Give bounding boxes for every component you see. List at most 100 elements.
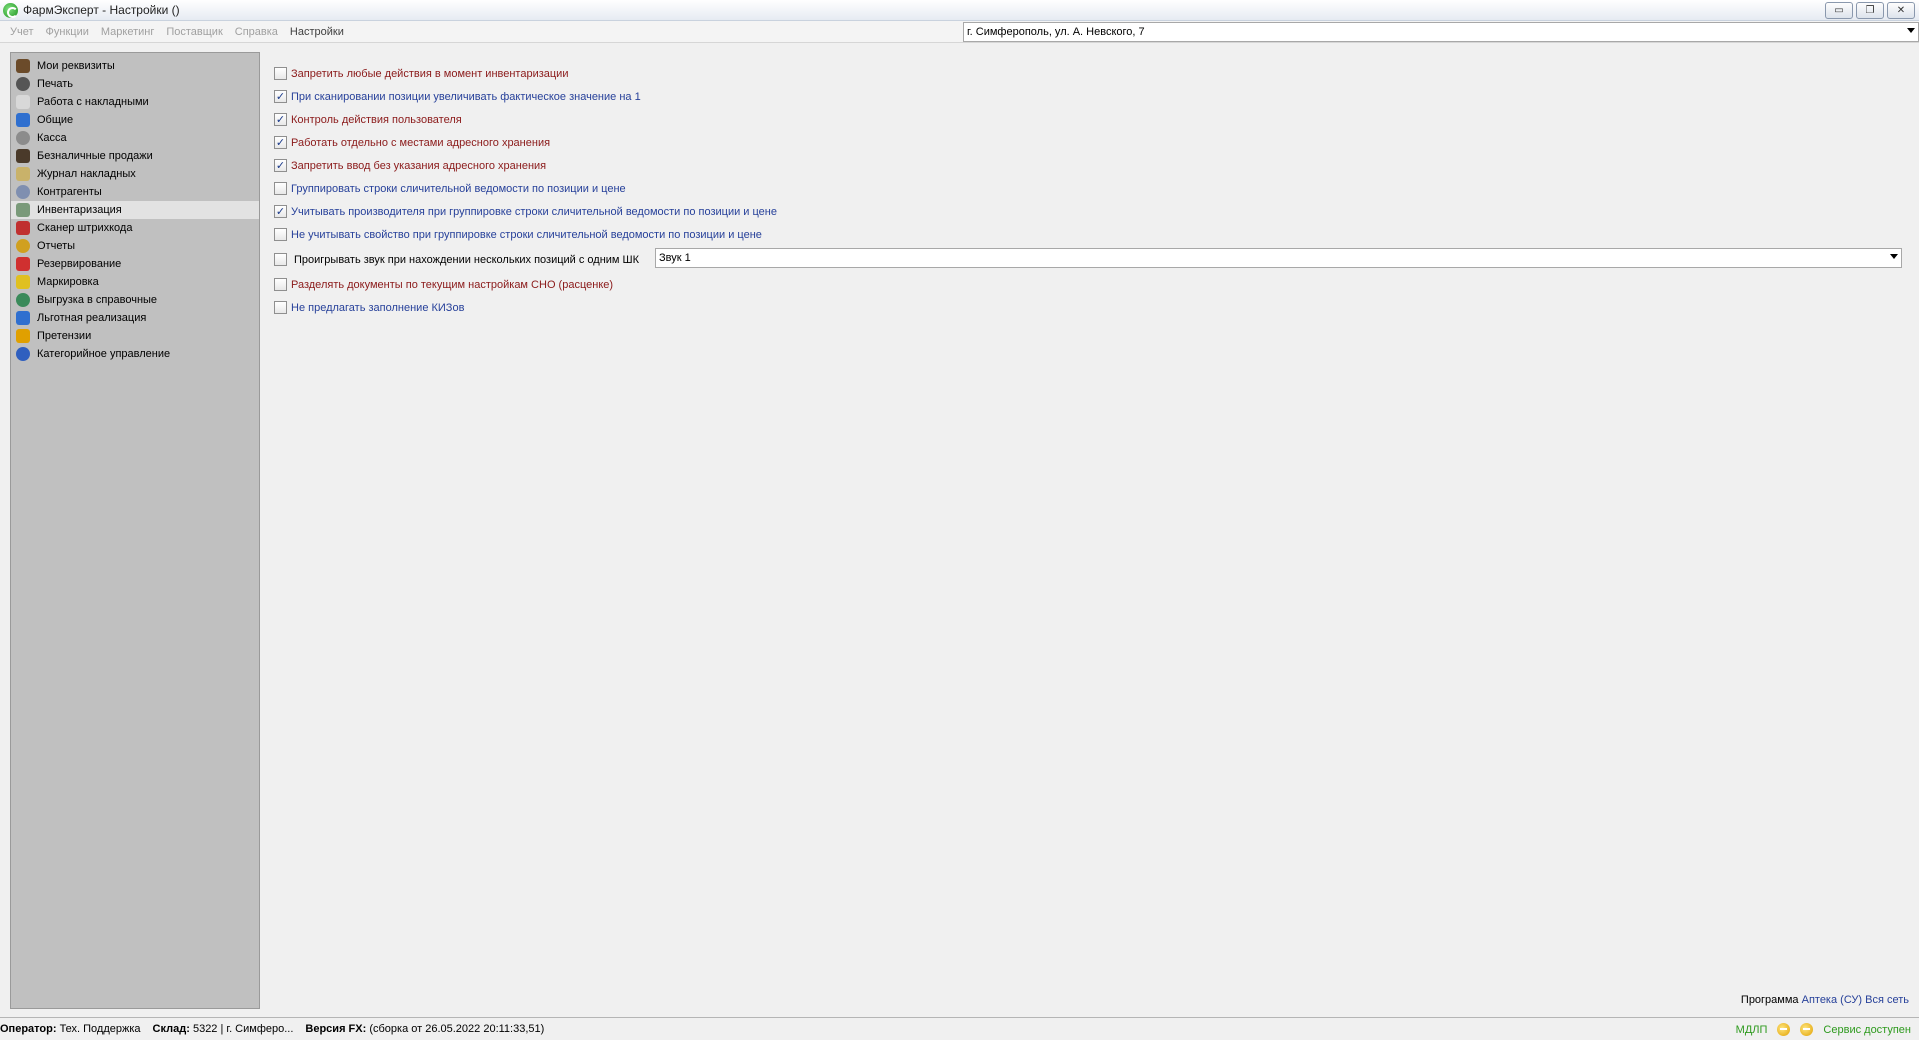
marking-icon	[16, 275, 30, 289]
menu-item-1[interactable]: Функции	[40, 21, 95, 43]
setting-checkbox[interactable]: ✓	[274, 136, 287, 149]
sound-select[interactable]: Звук 1	[655, 248, 1902, 268]
setting-row: ✓ Запретить ввод без указания адресного х…	[274, 154, 1904, 177]
sidebar-item-label: Претензии	[37, 330, 92, 342]
sidebar-item-label: Инвентаризация	[37, 204, 122, 216]
sidebar-item-label: Резервирование	[37, 258, 122, 270]
location-select[interactable]: г. Симферополь, ул. А. Невского, 7	[963, 22, 1919, 42]
journal-icon	[16, 167, 30, 181]
setting-label[interactable]: Контроль действия пользователя	[291, 114, 462, 126]
service-indicator-icon	[1800, 1023, 1814, 1036]
sidebar-item-label: Категорийное управление	[37, 348, 171, 360]
setting-checkbox[interactable]: ✓	[274, 113, 287, 126]
sidebar-item-label: Безналичные продажи	[37, 150, 153, 162]
menu-bar: Учет Функции Маркетинг Поставщик Справка Наст…	[0, 21, 1919, 43]
menu-item-0[interactable]: Учет	[4, 21, 40, 43]
setting-label[interactable]: Не предлагать заполнение КИЗов	[291, 302, 464, 314]
setting-checkbox[interactable]	[274, 228, 287, 241]
setting-row: ✓ Контроль действия пользователя	[274, 108, 1904, 131]
setting-label[interactable]: Группировать строки сличительной ведомос…	[291, 183, 626, 195]
setting-label[interactable]: Запретить любые действия в момент инвент…	[291, 68, 568, 80]
chevron-down-icon	[1907, 28, 1915, 33]
sidebar-item-label: Выгрузка в справочные	[37, 294, 158, 306]
mdlp-indicator-icon	[1777, 1023, 1791, 1036]
mdlp-status[interactable]: МДЛП	[1736, 1024, 1768, 1036]
setting-label[interactable]: При сканировании позиции увеличивать фак…	[291, 91, 641, 103]
printer-icon	[16, 77, 30, 91]
menu-item-2[interactable]: Маркетинг	[95, 21, 160, 43]
inventory-settings-panel: Запретить любые действия в момент инвент…	[274, 62, 1904, 319]
window-title: ФармЭксперт - Настройки ()	[23, 3, 180, 17]
sidebar-item-12[interactable]: Маркировка	[11, 273, 259, 291]
setting-label[interactable]: Запретить ввод без указания адресного хр…	[291, 160, 546, 172]
cash-register-icon	[16, 131, 30, 145]
setting-label[interactable]: Разделять документы по текущим настройка…	[291, 279, 613, 291]
sidebar-item-label: Мои реквизиты	[37, 60, 115, 72]
minimize-button[interactable]: ▭	[1825, 2, 1853, 19]
sidebar-item-0[interactable]: Мои реквизиты	[11, 57, 259, 75]
sidebar-item-label: Печать	[37, 78, 74, 90]
restore-button[interactable]: ❐	[1856, 2, 1884, 19]
setting-checkbox[interactable]: ✓	[274, 159, 287, 172]
sidebar-item-9[interactable]: Сканер штрихкода	[11, 219, 259, 237]
setting-checkbox[interactable]: ✓	[274, 90, 287, 103]
sidebar-item-15[interactable]: Претензии	[11, 327, 259, 345]
setting-checkbox[interactable]	[274, 278, 287, 291]
operator-status: Оператор: Тех. Поддержка	[0, 1023, 141, 1035]
sidebar-item-label: Маркировка	[37, 276, 99, 288]
setting-checkbox[interactable]	[274, 67, 287, 80]
service-status[interactable]: Сервис доступен	[1823, 1024, 1911, 1036]
main-menu: Учет Функции Маркетинг Поставщик Справка Наст…	[0, 21, 350, 43]
sound-checkbox[interactable]	[274, 253, 287, 266]
sidebar-item-16[interactable]: Категорийное управление	[11, 345, 259, 363]
reservation-icon	[16, 257, 30, 271]
version-status: Версия FX: (сборка от 26.05.2022 20:11:3…	[305, 1023, 545, 1035]
sidebar-item-label: Контрагенты	[37, 186, 102, 198]
sound-select-value: Звук 1	[659, 252, 691, 264]
sidebar-item-7[interactable]: Контрагенты	[11, 183, 259, 201]
setting-checkbox[interactable]	[274, 301, 287, 314]
sidebar-item-10[interactable]: Отчеты	[11, 237, 259, 255]
setting-row: Группировать строки сличительной ведомос…	[274, 177, 1904, 200]
card-payment-icon	[16, 149, 30, 163]
status-bar: Оператор: Тех. Поддержка Склад: 5322 | г…	[0, 1017, 1919, 1040]
sidebar-item-14[interactable]: Льготная реализация	[11, 309, 259, 327]
setting-label[interactable]: Учитывать производителя при группировке …	[291, 206, 777, 218]
document-icon	[16, 95, 30, 109]
user-icon	[16, 59, 30, 73]
app-logo-icon	[3, 2, 18, 18]
program-app-link[interactable]: Аптека (СУ)	[1802, 994, 1862, 1006]
sidebar-item-label: Работа с накладными	[37, 96, 149, 108]
status-info: Оператор: Тех. Поддержка Склад: 5322 | г…	[0, 1023, 544, 1035]
sidebar-item-4[interactable]: Касса	[11, 129, 259, 147]
program-scope-link[interactable]: Вся сеть	[1865, 994, 1909, 1006]
menu-item-4[interactable]: Справка	[229, 21, 284, 43]
sidebar-item-label: Отчеты	[37, 240, 76, 252]
sidebar-item-3[interactable]: Общие	[11, 111, 259, 129]
menu-item-3[interactable]: Поставщик	[160, 21, 228, 43]
sidebar-item-1[interactable]: Печать	[11, 75, 259, 93]
sidebar-item-2[interactable]: Работа с накладными	[11, 93, 259, 111]
sidebar-item-11[interactable]: Резервирование	[11, 255, 259, 273]
sidebar-item-label: Общие	[37, 114, 74, 126]
setting-label[interactable]: Работать отдельно с местами адресного хр…	[291, 137, 550, 149]
menu-item-5[interactable]: Настройки	[284, 21, 350, 43]
sound-setting-label: Проигрывать звук при нахождении нескольк…	[294, 253, 640, 266]
sidebar-item-5[interactable]: Безналичные продажи	[11, 147, 259, 165]
sidebar-item-13[interactable]: Выгрузка в справочные	[11, 291, 259, 309]
chevron-down-icon	[1890, 254, 1898, 259]
sidebar-item-6[interactable]: Журнал накладных	[11, 165, 259, 183]
setting-label[interactable]: Не учитывать свойство при группировке ст…	[291, 229, 762, 241]
category-icon	[16, 347, 30, 361]
setting-checkbox[interactable]	[274, 182, 287, 195]
location-value: г. Симферополь, ул. А. Невского, 7	[967, 26, 1145, 38]
close-button[interactable]: ✕	[1887, 2, 1915, 19]
inventory-icon	[16, 203, 30, 217]
setting-row: ✓ При сканировании позиции увеличивать фа…	[274, 85, 1904, 108]
window-controls: ▭ ❐ ✕	[1825, 2, 1915, 19]
sidebar-item-label: Журнал накладных	[37, 168, 136, 180]
status-indicators: МДЛП Сервис доступен	[1736, 1018, 1911, 1040]
content-area: Мои реквизиты Печать Работа с накладными Об…	[0, 44, 1919, 1017]
setting-checkbox[interactable]: ✓	[274, 205, 287, 218]
sidebar-item-8[interactable]: Инвентаризация	[11, 201, 259, 219]
